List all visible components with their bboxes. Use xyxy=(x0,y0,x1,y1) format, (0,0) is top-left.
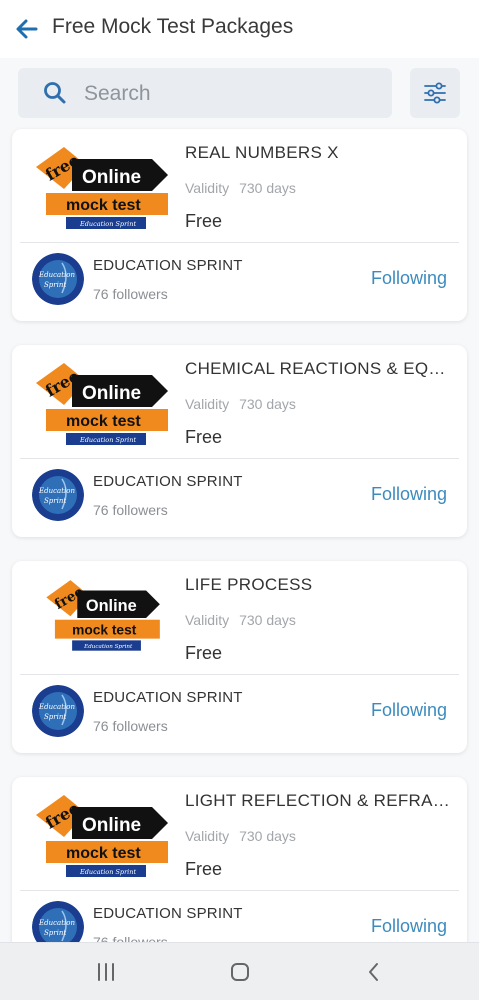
svg-text:mock test: mock test xyxy=(66,845,141,862)
followers-count: 76 followers xyxy=(93,502,168,518)
svg-text:Education Sprint: Education Sprint xyxy=(83,644,133,650)
divider xyxy=(20,242,459,243)
home-icon[interactable] xyxy=(228,960,252,984)
validity: Validity 730 days xyxy=(185,180,296,196)
filter-button[interactable] xyxy=(410,68,460,118)
price: Free xyxy=(185,643,223,663)
package-title: LIGHT REFLECTION & REFRAC... xyxy=(185,791,455,810)
search-bar[interactable] xyxy=(18,68,392,118)
svg-text:Education Sprint: Education Sprint xyxy=(79,220,136,228)
following-button[interactable]: Following xyxy=(371,700,447,721)
svg-text:Education Sprint: Education Sprint xyxy=(79,436,136,444)
svg-text:Online: Online xyxy=(82,815,141,836)
package-card[interactable]: free Online mock test Education Sprint R… xyxy=(12,129,467,321)
sliders-icon xyxy=(424,82,446,104)
package-title: REAL NUMBERS X xyxy=(185,143,339,162)
svg-text:Education: Education xyxy=(38,919,75,927)
svg-text:Online: Online xyxy=(82,383,141,404)
svg-text:Education Sprint: Education Sprint xyxy=(79,868,136,876)
divider xyxy=(20,674,459,675)
avatar[interactable]: Education Sprint xyxy=(32,253,84,305)
package-title: CHEMICAL REACTIONS & EQU... xyxy=(185,359,455,378)
following-button[interactable]: Following xyxy=(371,916,447,937)
price: Free xyxy=(185,211,223,231)
svg-text:Sprint: Sprint xyxy=(44,281,66,289)
package-card[interactable]: free Online mock test Education Sprint L… xyxy=(12,777,467,969)
following-button[interactable]: Following xyxy=(371,268,447,289)
svg-text:Education: Education xyxy=(38,271,75,279)
followers-count: 76 followers xyxy=(93,286,168,302)
validity: Validity 730 days xyxy=(185,828,296,844)
svg-text:Online: Online xyxy=(82,167,141,188)
package-card[interactable]: free Online mock test Education Sprint C… xyxy=(12,345,467,537)
avatar[interactable]: Education Sprint xyxy=(32,469,84,521)
svg-text:Education: Education xyxy=(38,487,75,495)
back-chevron-icon[interactable] xyxy=(362,960,386,984)
page-title: Free Mock Test Packages xyxy=(52,15,294,38)
search-icon xyxy=(44,82,66,104)
following-button[interactable]: Following xyxy=(371,484,447,505)
online-mock-test-logo: free Online mock test Education Sprint xyxy=(36,147,168,229)
online-mock-test-logo: free Online mock test Education Sprint xyxy=(36,795,168,877)
validity: Validity 730 days xyxy=(185,396,296,412)
recent-apps-icon[interactable] xyxy=(94,960,118,984)
svg-text:Online: Online xyxy=(86,597,137,615)
org-name[interactable]: EDUCATION SPRINT xyxy=(93,473,243,490)
arrow-left-icon[interactable] xyxy=(14,16,40,42)
package-title: LIFE PROCESS xyxy=(185,575,313,594)
svg-text:mock test: mock test xyxy=(66,197,141,214)
org-name[interactable]: EDUCATION SPRINT xyxy=(93,257,243,274)
validity: Validity 730 days xyxy=(185,612,296,628)
org-name[interactable]: EDUCATION SPRINT xyxy=(93,905,243,922)
svg-text:Sprint: Sprint xyxy=(44,497,66,505)
price: Free xyxy=(185,859,223,879)
org-name[interactable]: EDUCATION SPRINT xyxy=(93,689,243,706)
avatar[interactable]: Education Sprint xyxy=(32,685,84,737)
svg-text:mock test: mock test xyxy=(72,622,137,637)
price: Free xyxy=(185,427,223,447)
divider xyxy=(20,458,459,459)
svg-text:Education: Education xyxy=(38,703,75,711)
svg-text:mock test: mock test xyxy=(66,413,141,430)
divider xyxy=(20,890,459,891)
system-nav-bar xyxy=(0,942,479,1000)
online-mock-test-logo: free Online mock test Education Sprint xyxy=(36,363,168,445)
svg-text:Sprint: Sprint xyxy=(44,929,66,937)
followers-count: 76 followers xyxy=(93,718,168,734)
app-header: Free Mock Test Packages xyxy=(0,0,479,58)
online-mock-test-logo: free Online mock test Education Sprint xyxy=(46,580,160,651)
package-card[interactable]: free Online mock test Education Sprint L… xyxy=(12,561,467,753)
search-input[interactable] xyxy=(82,78,376,110)
svg-text:Sprint: Sprint xyxy=(44,713,66,721)
